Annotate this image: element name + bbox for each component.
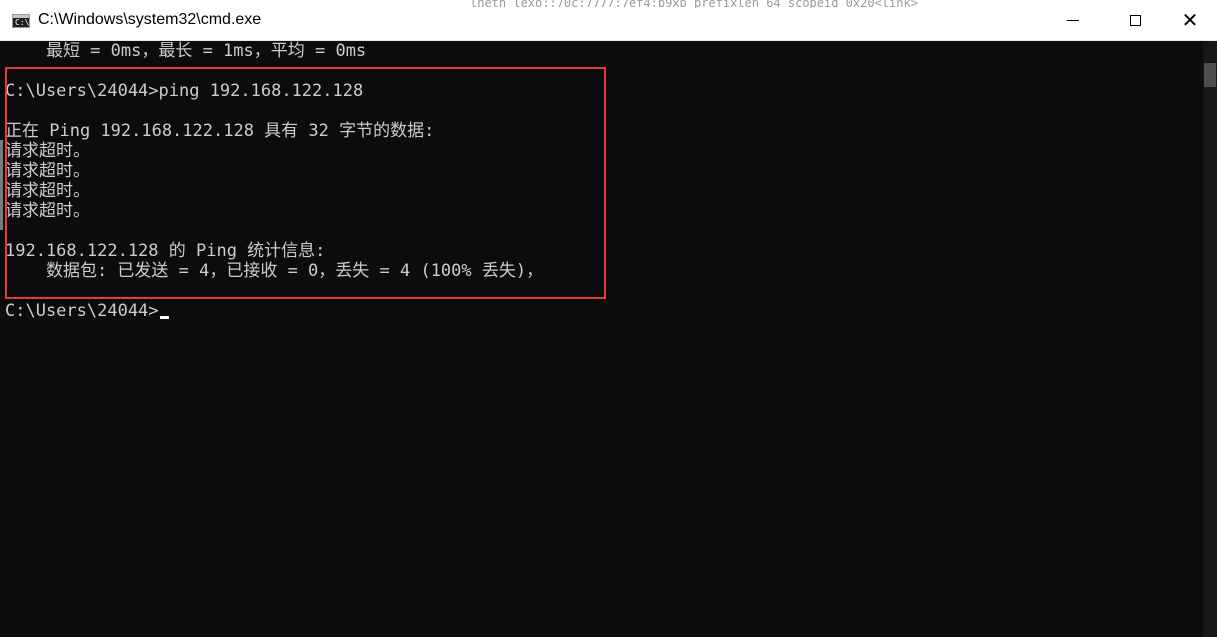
close-button[interactable]: ✕ [1161,0,1217,40]
close-icon: ✕ [1181,8,1199,32]
console-line: 请求超时。 [5,201,90,221]
title-bar[interactable]: C:\ C:\Windows\system32\cmd.exe lhetn_le… [0,0,1217,41]
background-window-strip: lhetn_lexo::70c:7777:7ef4:b9xb prefixlen… [470,0,918,8]
cmd-icon[interactable]: C:\ [12,14,30,28]
text-cursor [159,316,169,319]
minimize-icon [1067,19,1079,21]
console-output[interactable]: 最短 = 0ms，最长 = 1ms，平均 = 0ms C:\Users\2404… [0,41,1203,637]
console-prompt-line[interactable]: C:\Users\24044> [5,301,169,321]
scrollbar-thumb[interactable] [1204,63,1216,87]
console-line: 192.168.122.128 的 Ping 统计信息: [5,241,326,261]
maximize-icon [1129,14,1141,26]
console-line: 数据包: 已发送 = 4，已接收 = 0，丢失 = 4 (100% 丢失)， [5,261,544,281]
minimize-button[interactable] [1044,0,1102,40]
console-line: 请求超时。 [5,141,90,161]
console-line: 请求超时。 [5,161,90,181]
window-title: C:\Windows\system32\cmd.exe [38,11,262,28]
console-line: 正在 Ping 192.168.122.128 具有 32 字节的数据: [5,121,435,141]
maximize-button[interactable] [1106,0,1164,40]
console-line: C:\Users\24044>ping 192.168.122.128 [5,81,364,101]
console-prompt: C:\Users\24044> [5,301,159,321]
vertical-scrollbar[interactable] [1203,41,1217,637]
console-line: 请求超时。 [5,181,90,201]
console-line: 最短 = 0ms，最长 = 1ms，平均 = 0ms [5,41,367,61]
cmd-window: C:\ C:\Windows\system32\cmd.exe lhetn_le… [0,0,1217,637]
